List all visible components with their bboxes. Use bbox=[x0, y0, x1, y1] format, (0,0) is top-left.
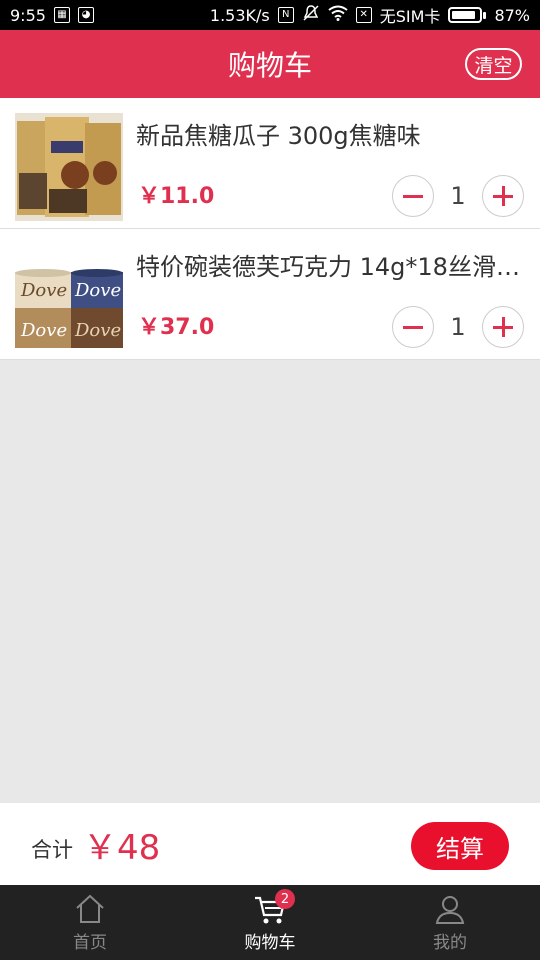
app-header: 购物车 清空 bbox=[0, 30, 540, 98]
silent-icon bbox=[302, 4, 320, 26]
tab-label: 我的 bbox=[433, 933, 467, 953]
cart-icon: 2 bbox=[253, 889, 295, 926]
svg-text:Dove: Dove bbox=[74, 280, 121, 301]
product-price: ￥11.0 bbox=[138, 184, 215, 209]
total-label: 合计 bbox=[31, 838, 73, 862]
increase-quantity-button[interactable] bbox=[482, 175, 524, 217]
network-speed: 1.53K/s bbox=[209, 5, 270, 25]
svg-text:Dove: Dove bbox=[20, 280, 67, 301]
svg-text:Dove: Dove bbox=[74, 320, 121, 341]
quantity-value: 1 bbox=[450, 182, 466, 210]
page-title: 购物车 bbox=[227, 49, 312, 82]
tab-profile[interactable]: 我的 bbox=[360, 885, 540, 960]
battery-icon bbox=[448, 7, 487, 23]
cart-list: 新品焦糖瓜子 300g焦糖味 ￥11.0 1 Dove Dove Dove Do… bbox=[0, 98, 540, 360]
product-price: ￥37.0 bbox=[138, 315, 215, 340]
product-image[interactable] bbox=[15, 113, 123, 221]
status-time: 9:55 bbox=[10, 5, 46, 25]
cart-count-badge: 2 bbox=[275, 889, 295, 909]
tab-label: 购物车 bbox=[244, 933, 296, 953]
cart-item[interactable]: Dove Dove Dove Dove 特价碗装德芙巧克力 14g*18丝滑牛奶… bbox=[0, 229, 540, 360]
notification-icon: ▦ bbox=[53, 7, 70, 23]
total-value: ￥48 bbox=[83, 827, 161, 868]
checkout-bar: 合计 ￥48 结算 bbox=[0, 803, 540, 885]
quantity-stepper: 1 bbox=[392, 175, 524, 217]
product-name[interactable]: 特价碗装德芙巧克力 14g*18丝滑牛奶 bbox=[136, 247, 532, 282]
battery-percent: 87% bbox=[494, 5, 530, 25]
cart-item[interactable]: 新品焦糖瓜子 300g焦糖味 ￥11.0 1 bbox=[0, 98, 540, 229]
product-name[interactable]: 新品焦糖瓜子 300g焦糖味 bbox=[136, 116, 532, 151]
status-bar: 9:55 ▦ ◕ 1.53K/s N ✕ 无SIM卡 87% bbox=[0, 0, 540, 30]
svg-text:Dove: Dove bbox=[20, 320, 67, 341]
no-sim-icon: ✕ bbox=[355, 7, 372, 23]
app-notification-icon: ◕ bbox=[77, 7, 94, 23]
nfc-icon: N bbox=[277, 7, 294, 23]
home-icon bbox=[73, 892, 107, 926]
quantity-value: 1 bbox=[450, 313, 466, 341]
tab-label: 首页 bbox=[73, 933, 107, 953]
product-image[interactable]: Dove Dove Dove Dove bbox=[15, 244, 123, 352]
wifi-icon bbox=[328, 5, 348, 25]
status-right: 1.53K/s N ✕ 无SIM卡 87% bbox=[210, 3, 530, 27]
battery-fill bbox=[452, 11, 476, 19]
decrease-quantity-button[interactable] bbox=[392, 306, 434, 348]
sim-status: 无SIM卡 bbox=[379, 7, 441, 26]
minus-icon bbox=[403, 326, 423, 329]
user-icon bbox=[433, 892, 467, 926]
clear-cart-button[interactable]: 清空 bbox=[465, 48, 522, 80]
tab-cart[interactable]: 2 购物车 bbox=[180, 885, 360, 960]
checkout-button[interactable]: 结算 bbox=[411, 822, 509, 870]
decrease-quantity-button[interactable] bbox=[392, 175, 434, 217]
status-left: 9:55 ▦ ◕ bbox=[10, 6, 94, 25]
minus-icon bbox=[403, 195, 423, 198]
tab-home[interactable]: 首页 bbox=[0, 885, 180, 960]
increase-quantity-button[interactable] bbox=[482, 306, 524, 348]
bottom-tab-bar: 首页 2 购物车 我的 bbox=[0, 885, 540, 960]
quantity-stepper: 1 bbox=[392, 306, 524, 348]
